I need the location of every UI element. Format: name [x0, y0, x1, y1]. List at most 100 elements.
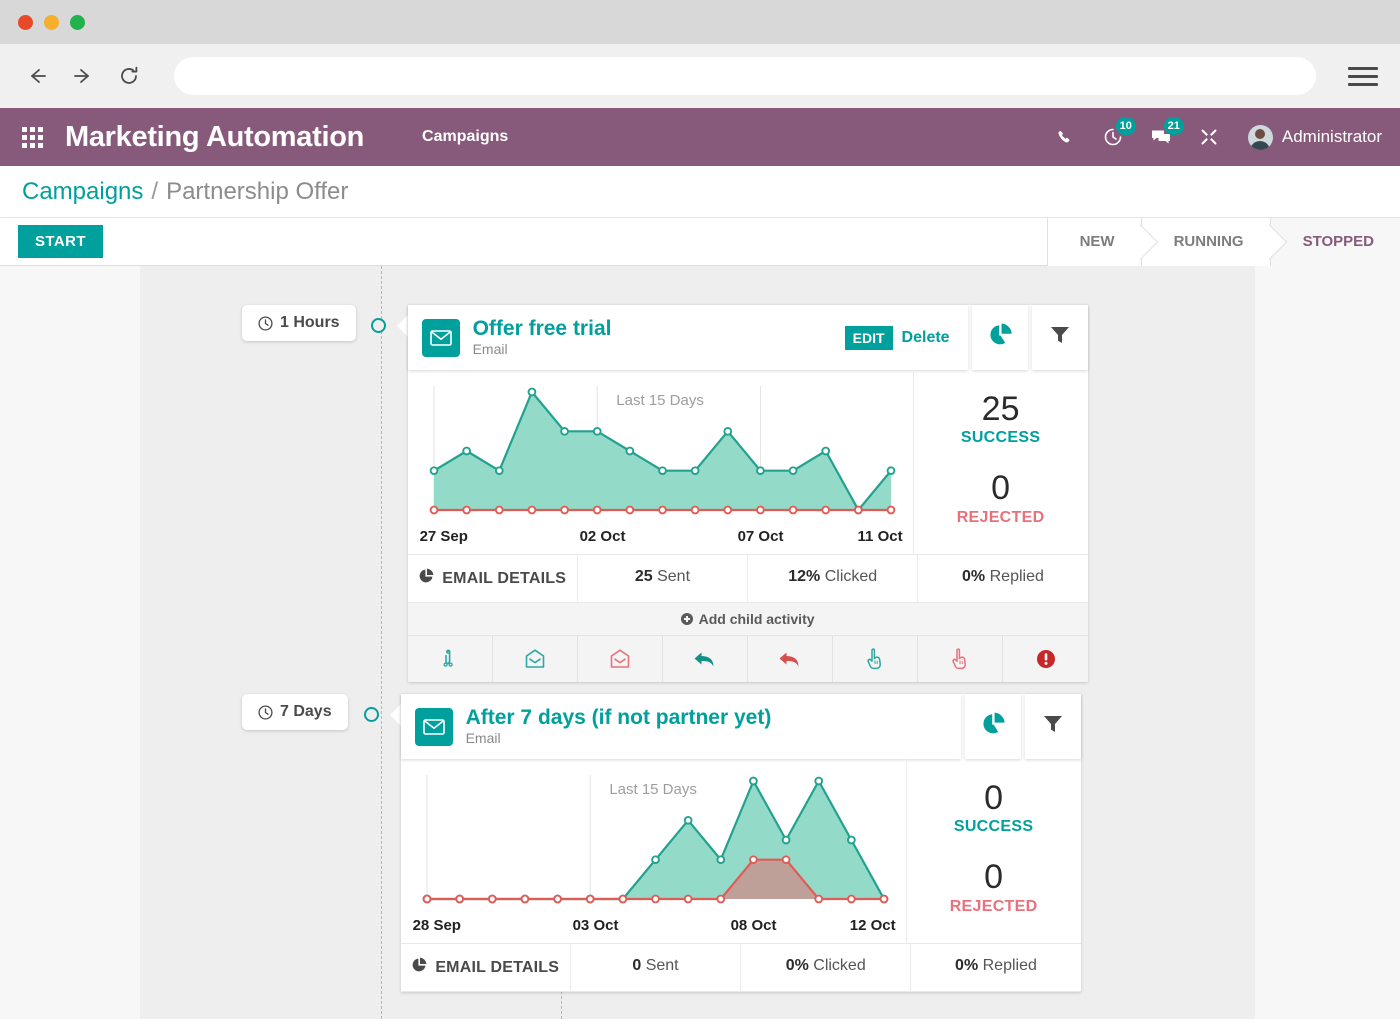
activity-1-header[interactable]: Offer free trial Email EDIT Delete	[407, 305, 968, 371]
workflow-canvas: 1 Hours Offer free trial Email EDIT Dele…	[0, 266, 1400, 1019]
app-menu-campaigns[interactable]: Campaigns	[422, 128, 508, 146]
user-name: Administrator	[1281, 127, 1382, 146]
browser-toolbar	[0, 44, 1400, 108]
activity-1-xtick-3: 11 Oct	[857, 528, 903, 546]
window-maximize-button[interactable]	[70, 14, 85, 30]
activity-1-pie-button[interactable]	[971, 305, 1028, 371]
activity-2-clicked-cell[interactable]: 0% Clicked	[740, 944, 910, 992]
activity-1-child-icon-row	[407, 636, 1088, 683]
activity-1-sent-value: 25	[634, 568, 653, 586]
status-pipeline: NEW RUNNING STOPPED	[1046, 217, 1400, 266]
activity-2-xtick-2: 08 Oct	[730, 917, 777, 935]
activity-1-header-row: Offer free trial Email EDIT Delete	[407, 305, 1088, 371]
activity-1-clicked-value: 12%	[788, 568, 821, 586]
activity-1-email-details-label: EMAIL DETAILS	[442, 569, 567, 587]
activity-count-badge: 10	[1115, 117, 1136, 135]
not-opened-mail-icon[interactable]	[576, 636, 662, 683]
activity-2-sent-value: 0	[632, 957, 642, 975]
messages-icon[interactable]: 21	[1148, 117, 1184, 150]
start-button[interactable]: START	[18, 225, 103, 258]
activity-2-delay-pill[interactable]: 7 Days	[242, 694, 348, 730]
activity-2-pie-button[interactable]	[964, 694, 1021, 760]
back-arrow-icon[interactable]	[22, 61, 52, 91]
clock-icon	[258, 315, 273, 331]
clock-activity-icon[interactable]: 10	[1100, 117, 1136, 150]
pie-chart-small-icon	[418, 568, 434, 589]
activity-1-replied-cell[interactable]: 0% Replied	[917, 555, 1087, 603]
activity-2-xtick-0: 28 Sep	[412, 917, 461, 935]
not-clicked-icon[interactable]	[917, 636, 1002, 683]
activity-2-xtick-1: 03 Oct	[572, 917, 619, 935]
activity-2-clicked-label: Clicked	[813, 957, 866, 975]
activity-1-clicked-label: Clicked	[824, 568, 878, 586]
breadcrumb-parent-link[interactable]: Campaigns	[22, 178, 143, 206]
hamburger-menu-icon[interactable]	[1348, 66, 1378, 86]
user-menu[interactable]: Administrator	[1247, 124, 1382, 150]
activity-2-sent-label: Sent	[645, 957, 679, 975]
funnel-filter-icon	[1041, 712, 1065, 741]
activity-2-rejected-value: 0	[984, 858, 1004, 897]
activity-2-subtitle: Email	[465, 730, 501, 747]
activity-2-node[interactable]	[363, 707, 379, 722]
pie-chart-icon	[980, 711, 1006, 742]
edit-button[interactable]: EDIT	[844, 325, 893, 350]
activity-2-replied-label: Replied	[982, 957, 1037, 975]
breadcrumb: Campaigns / Partnership Offer	[0, 166, 1400, 218]
phone-icon[interactable]	[1052, 124, 1078, 150]
activity-2-header-row: After 7 days (if not partner yet) Email	[400, 694, 1081, 760]
status-step-running[interactable]: RUNNING	[1140, 217, 1270, 266]
replied-icon[interactable]	[661, 636, 747, 683]
window-close-button[interactable]	[18, 14, 33, 30]
activity-1-connector	[396, 315, 408, 337]
activity-1-stats: 25 SUCCESS 0 REJECTED	[912, 370, 1088, 555]
clicked-icon[interactable]	[832, 636, 917, 683]
activity-2-replied-cell[interactable]: 0% Replied	[910, 944, 1080, 992]
activity-1-success-label: SUCCESS	[960, 429, 1041, 447]
tools-icon[interactable]	[1196, 124, 1222, 150]
activity-1-sent-cell[interactable]: 25 Sent	[576, 555, 747, 603]
browser-titlebar	[0, 0, 1400, 44]
bounced-icon[interactable]	[1002, 636, 1087, 683]
activity-1-node[interactable]	[370, 318, 386, 333]
url-input[interactable]	[174, 57, 1316, 95]
status-step-stopped[interactable]: STOPPED	[1269, 217, 1400, 266]
activity-1-delay-label: 1 Hours	[280, 314, 340, 331]
breadcrumb-current: Partnership Offer	[166, 177, 349, 205]
activity-2-email-details-button[interactable]: EMAIL DETAILS	[401, 944, 570, 991]
sent-icon[interactable]	[408, 636, 492, 682]
activity-1-delay-pill[interactable]: 1 Hours	[242, 305, 356, 341]
add-child-activity-button[interactable]: Add child activity	[407, 603, 1088, 637]
pie-chart-small-icon	[411, 957, 427, 978]
activity-1-filter-button[interactable]	[1031, 305, 1088, 371]
delete-button[interactable]: Delete	[902, 329, 950, 347]
activity-1-success-value: 25	[981, 389, 1020, 428]
activity-2-chart: Last 15 Days 28 Sep 03 Oct 08 Oct 12 Oct	[401, 759, 906, 943]
activity-card-1: 1 Hours Offer free trial Email EDIT Dele…	[242, 305, 1088, 683]
window-minimize-button[interactable]	[44, 14, 59, 30]
activity-1-email-details-button[interactable]: EMAIL DETAILS	[408, 555, 577, 602]
activity-2-chart-block: Last 15 Days 28 Sep 03 Oct 08 Oct 12 Oct…	[400, 759, 1081, 945]
forward-arrow-icon[interactable]	[68, 61, 98, 91]
activity-1-xtick-0: 27 Sep	[419, 528, 468, 546]
activity-2-success-value: 0	[984, 778, 1004, 817]
not-replied-icon[interactable]	[747, 636, 832, 683]
activity-2-titles: After 7 days (if not partner yet) Email	[466, 706, 772, 747]
activity-1-rejected-label: REJECTED	[956, 508, 1045, 526]
activity-2-header[interactable]: After 7 days (if not partner yet) Email	[400, 694, 961, 760]
activity-2-card: After 7 days (if not partner yet) Email	[400, 694, 1081, 993]
opened-mail-icon[interactable]	[491, 636, 577, 683]
reload-icon[interactable]	[114, 61, 144, 91]
activity-2-xtick-3: 12 Oct	[849, 917, 896, 935]
app-top-bar: Marketing Automation Campaigns 10 21 Adm…	[0, 108, 1400, 166]
activity-1-rejected-value: 0	[991, 469, 1011, 508]
apps-grid-icon[interactable]	[22, 126, 43, 148]
activity-2-filter-button[interactable]	[1024, 694, 1081, 760]
activity-2-sent-cell[interactable]: 0 Sent	[569, 944, 740, 992]
app-bar-right: 10 21 Administrator	[1052, 117, 1382, 150]
status-step-new[interactable]: NEW	[1046, 217, 1141, 266]
activity-1-replied-label: Replied	[989, 568, 1044, 586]
activity-1-card: Offer free trial Email EDIT Delete Last …	[407, 305, 1088, 683]
email-icon	[421, 318, 460, 357]
activity-2-email-details-label: EMAIL DETAILS	[435, 958, 560, 976]
activity-1-clicked-cell[interactable]: 12% Clicked	[747, 555, 917, 603]
